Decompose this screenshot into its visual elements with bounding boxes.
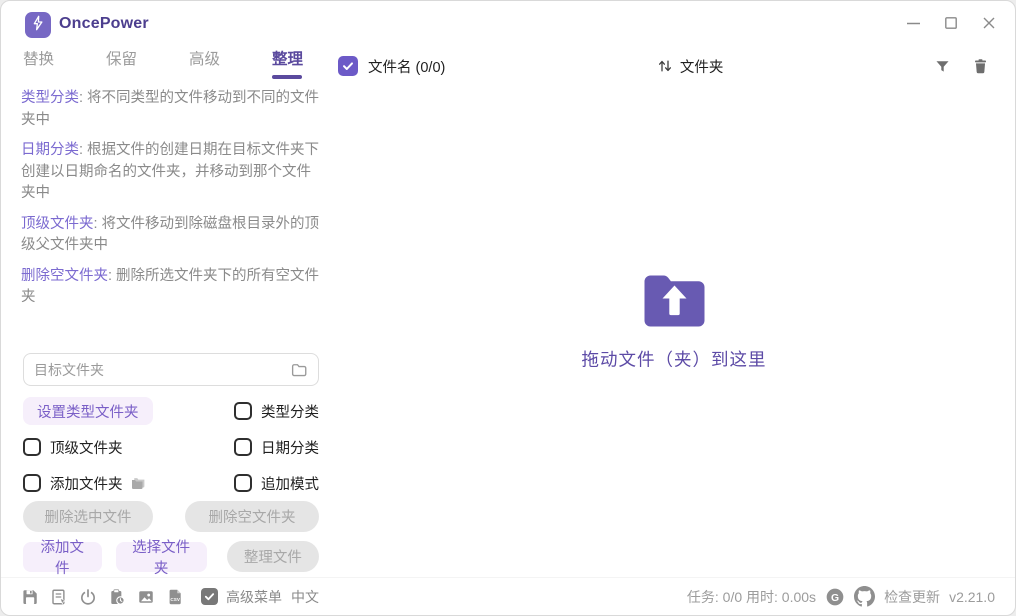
- drop-hint-text: 拖动文件（夹）到这里: [582, 346, 767, 371]
- folder-sort-button[interactable]: 文件夹: [445, 56, 934, 77]
- add-folder-checkbox[interactable]: [23, 474, 41, 492]
- save-icon[interactable]: [21, 588, 39, 606]
- select-folder-button[interactable]: 选择文件夹: [116, 542, 207, 572]
- tab-bar: 替换 保留 高级 整理: [23, 47, 303, 79]
- type-classify-checkbox[interactable]: [234, 402, 252, 420]
- tab-organize[interactable]: 整理: [272, 47, 303, 79]
- select-all-checkbox[interactable]: [338, 56, 358, 76]
- desc-type-classify: 类型分类: 将不同类型的文件移动到不同的文件夹中: [21, 88, 323, 131]
- desc-term: 顶级文件夹: [21, 216, 94, 232]
- upload-folder-icon: [641, 272, 707, 331]
- trash-icon[interactable]: [972, 58, 989, 75]
- delete-empty-folders-button[interactable]: 删除空文件夹: [185, 501, 319, 532]
- lightning-icon: [30, 15, 46, 36]
- file-list-header: 文件名 (0/0) 文件夹: [338, 51, 989, 81]
- delete-actions-row: 删除选中文件 删除空文件夹: [23, 501, 319, 532]
- checkbox-top-folder[interactable]: 顶级文件夹: [23, 437, 234, 458]
- header-icons: [934, 58, 989, 75]
- tab-advanced[interactable]: 高级: [189, 47, 220, 79]
- status-bar: CSV 高级菜单 中文 任务: 0/0 用时: 0.00s G 检查更新 v2.…: [1, 577, 1015, 615]
- desc-term: 日期分类: [21, 142, 79, 158]
- date-classify-label: 日期分类: [261, 437, 319, 458]
- title-bar: OncePower: [1, 1, 1015, 45]
- filename-column-header: 文件名 (0/0): [368, 56, 445, 77]
- options-grid: 设置类型文件夹 类型分类 顶级文件夹 日期分类: [23, 397, 319, 505]
- tab-replace[interactable]: 替换: [23, 47, 54, 79]
- organize-files-button[interactable]: 整理文件: [227, 541, 319, 572]
- advanced-menu-label: 高级菜单: [226, 587, 282, 607]
- append-mode-label: 追加模式: [261, 473, 319, 494]
- desc-top-folder: 顶级文件夹: 将文件移动到除磁盘根目录外的顶级父文件夹中: [21, 214, 323, 257]
- checkbox-add-folder[interactable]: 添加文件夹: [23, 473, 234, 494]
- power-icon[interactable]: [79, 588, 97, 606]
- top-folder-label: 顶级文件夹: [50, 437, 123, 458]
- checkbox-append-mode[interactable]: 追加模式: [234, 473, 319, 494]
- desc-date-classify: 日期分类: 根据文件的创建日期在目标文件夹下创建以日期命名的文件夹，并移动到那个…: [21, 140, 323, 205]
- type-classify-label: 类型分类: [261, 401, 319, 422]
- minimize-button[interactable]: [905, 15, 921, 31]
- csv-file-icon[interactable]: CSV: [166, 588, 184, 606]
- svg-text:G: G: [831, 592, 839, 603]
- advanced-menu-checkbox[interactable]: [201, 588, 218, 605]
- app-window: OncePower 替换 保留 高级 整理 类型分类: 将不同类型的文件移动到不…: [0, 0, 1016, 616]
- tab-keep[interactable]: 保留: [106, 47, 137, 79]
- window-controls: [905, 15, 997, 31]
- check-update-button[interactable]: 检查更新: [884, 587, 940, 607]
- image-icon[interactable]: [137, 588, 155, 606]
- app-logo: [25, 12, 51, 38]
- target-folder-field: [23, 353, 319, 386]
- date-classify-checkbox[interactable]: [234, 438, 252, 456]
- close-button[interactable]: [981, 15, 997, 31]
- folder-column-header: 文件夹: [680, 56, 724, 77]
- app-title: OncePower: [59, 15, 149, 33]
- feature-descriptions: 类型分类: 将不同类型的文件移动到不同的文件夹中 日期分类: 根据文件的创建日期…: [21, 88, 323, 318]
- sort-icon: [656, 57, 674, 75]
- language-label[interactable]: 中文: [291, 587, 319, 607]
- github-icon[interactable]: [854, 586, 875, 607]
- desc-delete-empty: 删除空文件夹: 删除所选文件夹下的所有空文件夹: [21, 266, 323, 309]
- browse-folder-icon[interactable]: [290, 361, 308, 379]
- svg-text:CSV: CSV: [170, 596, 180, 601]
- checkbox-type-classify[interactable]: 类型分类: [234, 401, 319, 422]
- add-folder-label: 添加文件夹: [50, 473, 123, 494]
- checkbox-date-classify[interactable]: 日期分类: [234, 437, 319, 458]
- drop-zone[interactable]: 拖动文件（夹）到这里: [582, 272, 767, 371]
- form-edit-icon[interactable]: [50, 588, 68, 606]
- clipboard-time-icon[interactable]: [108, 588, 126, 606]
- top-folder-checkbox[interactable]: [23, 438, 41, 456]
- folders-icon: [129, 474, 147, 492]
- delete-selected-button[interactable]: 删除选中文件: [23, 501, 153, 532]
- filter-icon[interactable]: [934, 58, 951, 75]
- file-list-panel: 文件名 (0/0) 文件夹: [333, 45, 1015, 577]
- status-bar-right: 任务: 0/0 用时: 0.00s G 检查更新 v2.21.0: [687, 586, 995, 607]
- desc-term: 删除空文件夹: [21, 268, 108, 284]
- left-panel: 替换 保留 高级 整理 类型分类: 将不同类型的文件移动到不同的文件夹中 日期分…: [1, 45, 333, 577]
- main-actions-row: 添加文件 选择文件夹 整理文件: [23, 541, 319, 572]
- set-type-folder-button[interactable]: 设置类型文件夹: [23, 397, 153, 425]
- gitee-icon[interactable]: G: [825, 587, 845, 607]
- append-mode-checkbox[interactable]: [234, 474, 252, 492]
- add-files-button[interactable]: 添加文件: [23, 542, 102, 572]
- task-info: 任务: 0/0 用时: 0.00s: [687, 587, 816, 607]
- desc-term: 类型分类: [21, 90, 79, 106]
- version-label: v2.21.0: [949, 589, 995, 605]
- maximize-button[interactable]: [943, 15, 959, 31]
- target-folder-input[interactable]: [34, 362, 290, 378]
